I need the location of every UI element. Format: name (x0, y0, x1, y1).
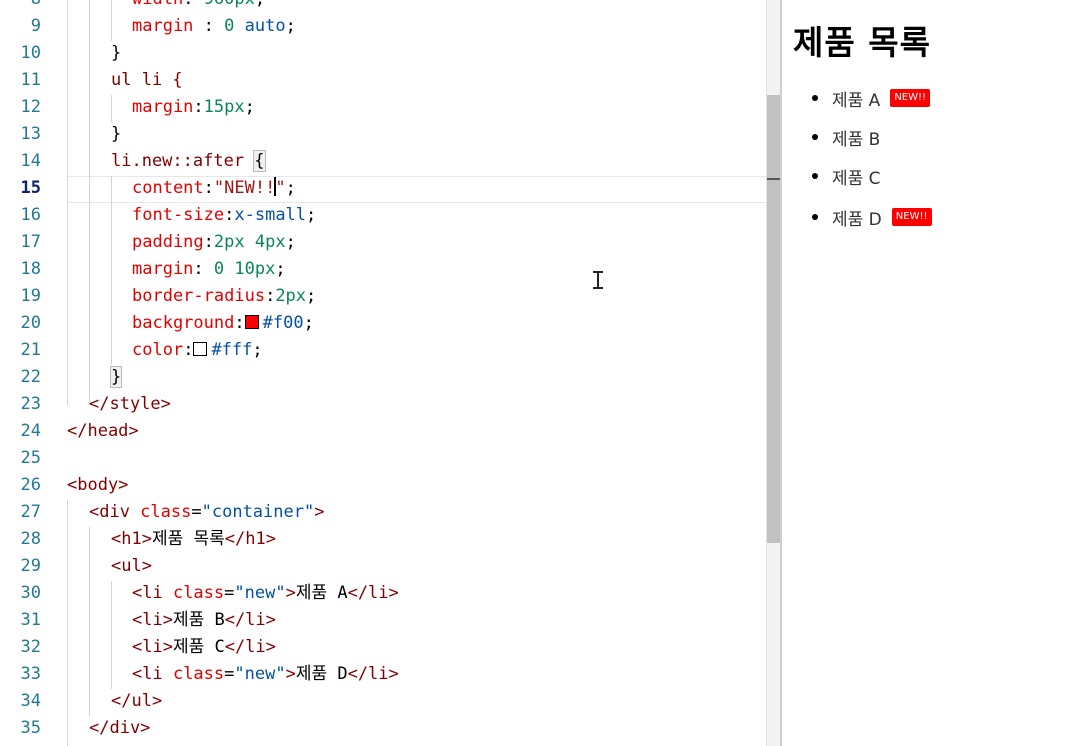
code-line-18[interactable]: margin: 0 10px; (132, 256, 286, 283)
line-number: 33 (20, 664, 41, 684)
indent-guide (111, 581, 112, 689)
code-line-23[interactable]: </style> (89, 391, 171, 418)
bullet-icon (812, 214, 818, 220)
line-number: 13 (20, 124, 41, 144)
indent-guide (67, 500, 68, 746)
line-number: 18 (20, 259, 41, 279)
code-line-17[interactable]: padding:2px 4px; (132, 229, 296, 256)
indent-guide (111, 0, 112, 41)
mouse-ibeam-cursor-icon (592, 270, 604, 290)
bullet-icon (812, 173, 818, 179)
line-number: 21 (20, 340, 41, 360)
line-number: 10 (20, 43, 41, 63)
line-number: 8 (0, 0, 41, 13)
code-line-8[interactable]: width: 960px; (132, 0, 265, 13)
line-number: 25 (20, 448, 41, 468)
code-line-28[interactable]: <h1>제품 목록</h1> (111, 526, 276, 553)
line-number: 30 (20, 583, 41, 603)
line-number: 34 (20, 691, 41, 711)
code-line-11[interactable]: ul li { (111, 67, 183, 94)
code-line-15[interactable]: content:"NEW!!"; (132, 175, 296, 202)
line-number: 26 (20, 475, 41, 495)
line-number: 31 (20, 610, 41, 630)
code-line-31[interactable]: <li>제품 B</li> (132, 607, 276, 634)
code-line-12[interactable]: margin:15px; (132, 94, 255, 121)
line-number: 24 (20, 421, 41, 441)
preview-title: 제품 목록 (793, 23, 931, 62)
new-badge: NEW!! (891, 208, 932, 226)
editor-scrollbar[interactable] (766, 0, 780, 746)
line-number: 17 (20, 232, 41, 252)
code-line-22[interactable]: } (109, 364, 123, 391)
code-line-34[interactable]: </ul> (111, 688, 162, 715)
line-number: 14 (20, 151, 41, 171)
line-number: 19 (20, 286, 41, 306)
line-number: 12 (20, 97, 41, 117)
new-badge: NEW!! (890, 89, 931, 107)
line-number-gutter: 8 9 10 11 12 13 14 15 16 17 18 19 20 21 22 23 24 25 26 27 28… (0, 0, 60, 746)
line-number: 20 (20, 313, 41, 333)
matching-bracket: { (253, 150, 266, 172)
bullet-icon (812, 134, 818, 140)
line-number: 15 (20, 178, 41, 198)
preview-list-item: 제품 B (812, 125, 880, 150)
indent-guide (111, 176, 112, 365)
code-line-33[interactable]: <li class="new">제품 D</li> (132, 661, 399, 688)
line-number: 23 (20, 394, 41, 414)
preview-list-item: 제품 C (812, 164, 881, 189)
indent-guide (67, 0, 68, 405)
line-number: 9 (30, 16, 41, 36)
code-line-13[interactable]: } (111, 121, 121, 148)
code-line-21[interactable]: color: #fff; (132, 337, 263, 364)
code-line-16[interactable]: font-size:x-small; (132, 202, 316, 229)
preview-list-item: 제품 A NEW!! (812, 86, 931, 111)
color-swatch-icon[interactable] (193, 342, 208, 356)
code-line-10[interactable]: } (111, 40, 121, 67)
bullet-icon (812, 95, 818, 101)
indent-guide (111, 95, 112, 122)
code-line-30[interactable]: <li class="new">제품 A</li> (132, 580, 399, 607)
line-number: 22 (20, 367, 41, 387)
code-line-9[interactable]: margin : 0 auto; (132, 13, 296, 40)
code-line-26[interactable]: <body> (67, 472, 128, 499)
line-number: 35 (20, 718, 41, 738)
code-line-27[interactable]: <div class="container"> (89, 499, 324, 526)
line-number: 11 (20, 70, 41, 90)
code-line-29[interactable]: <ul> (111, 553, 152, 580)
line-number: 29 (20, 556, 41, 576)
preview-list-item: 제품 D NEW!! (812, 205, 932, 230)
browser-preview: 제품 목록 제품 A NEW!! 제품 B 제품 C 제품 D NEW!! (782, 0, 1067, 746)
code-line-24[interactable]: </head> (67, 418, 139, 445)
code-line-35[interactable]: </div> (89, 715, 150, 742)
line-number: 28 (20, 529, 41, 549)
line-number: 16 (20, 205, 41, 225)
code-line-19[interactable]: border-radius:2px; (132, 283, 316, 310)
line-number: 27 (20, 502, 41, 522)
code-line-32[interactable]: <li>제품 C</li> (132, 634, 276, 661)
matching-bracket: } (109, 366, 123, 388)
scrollbar-cursor-marker (767, 178, 780, 180)
scrollbar-thumb[interactable] (767, 95, 780, 543)
line-number: 32 (20, 637, 41, 657)
code-line-14[interactable]: li.new::after { (111, 148, 266, 175)
code-editor[interactable]: 8 9 10 11 12 13 14 15 16 17 18 19 20 21 22 23 24 25 26 27 28… (0, 0, 780, 746)
color-swatch-icon[interactable] (244, 315, 259, 329)
indent-guide (89, 527, 90, 716)
indent-guide (89, 0, 90, 405)
code-line-20[interactable]: background: #f00; (132, 310, 314, 337)
